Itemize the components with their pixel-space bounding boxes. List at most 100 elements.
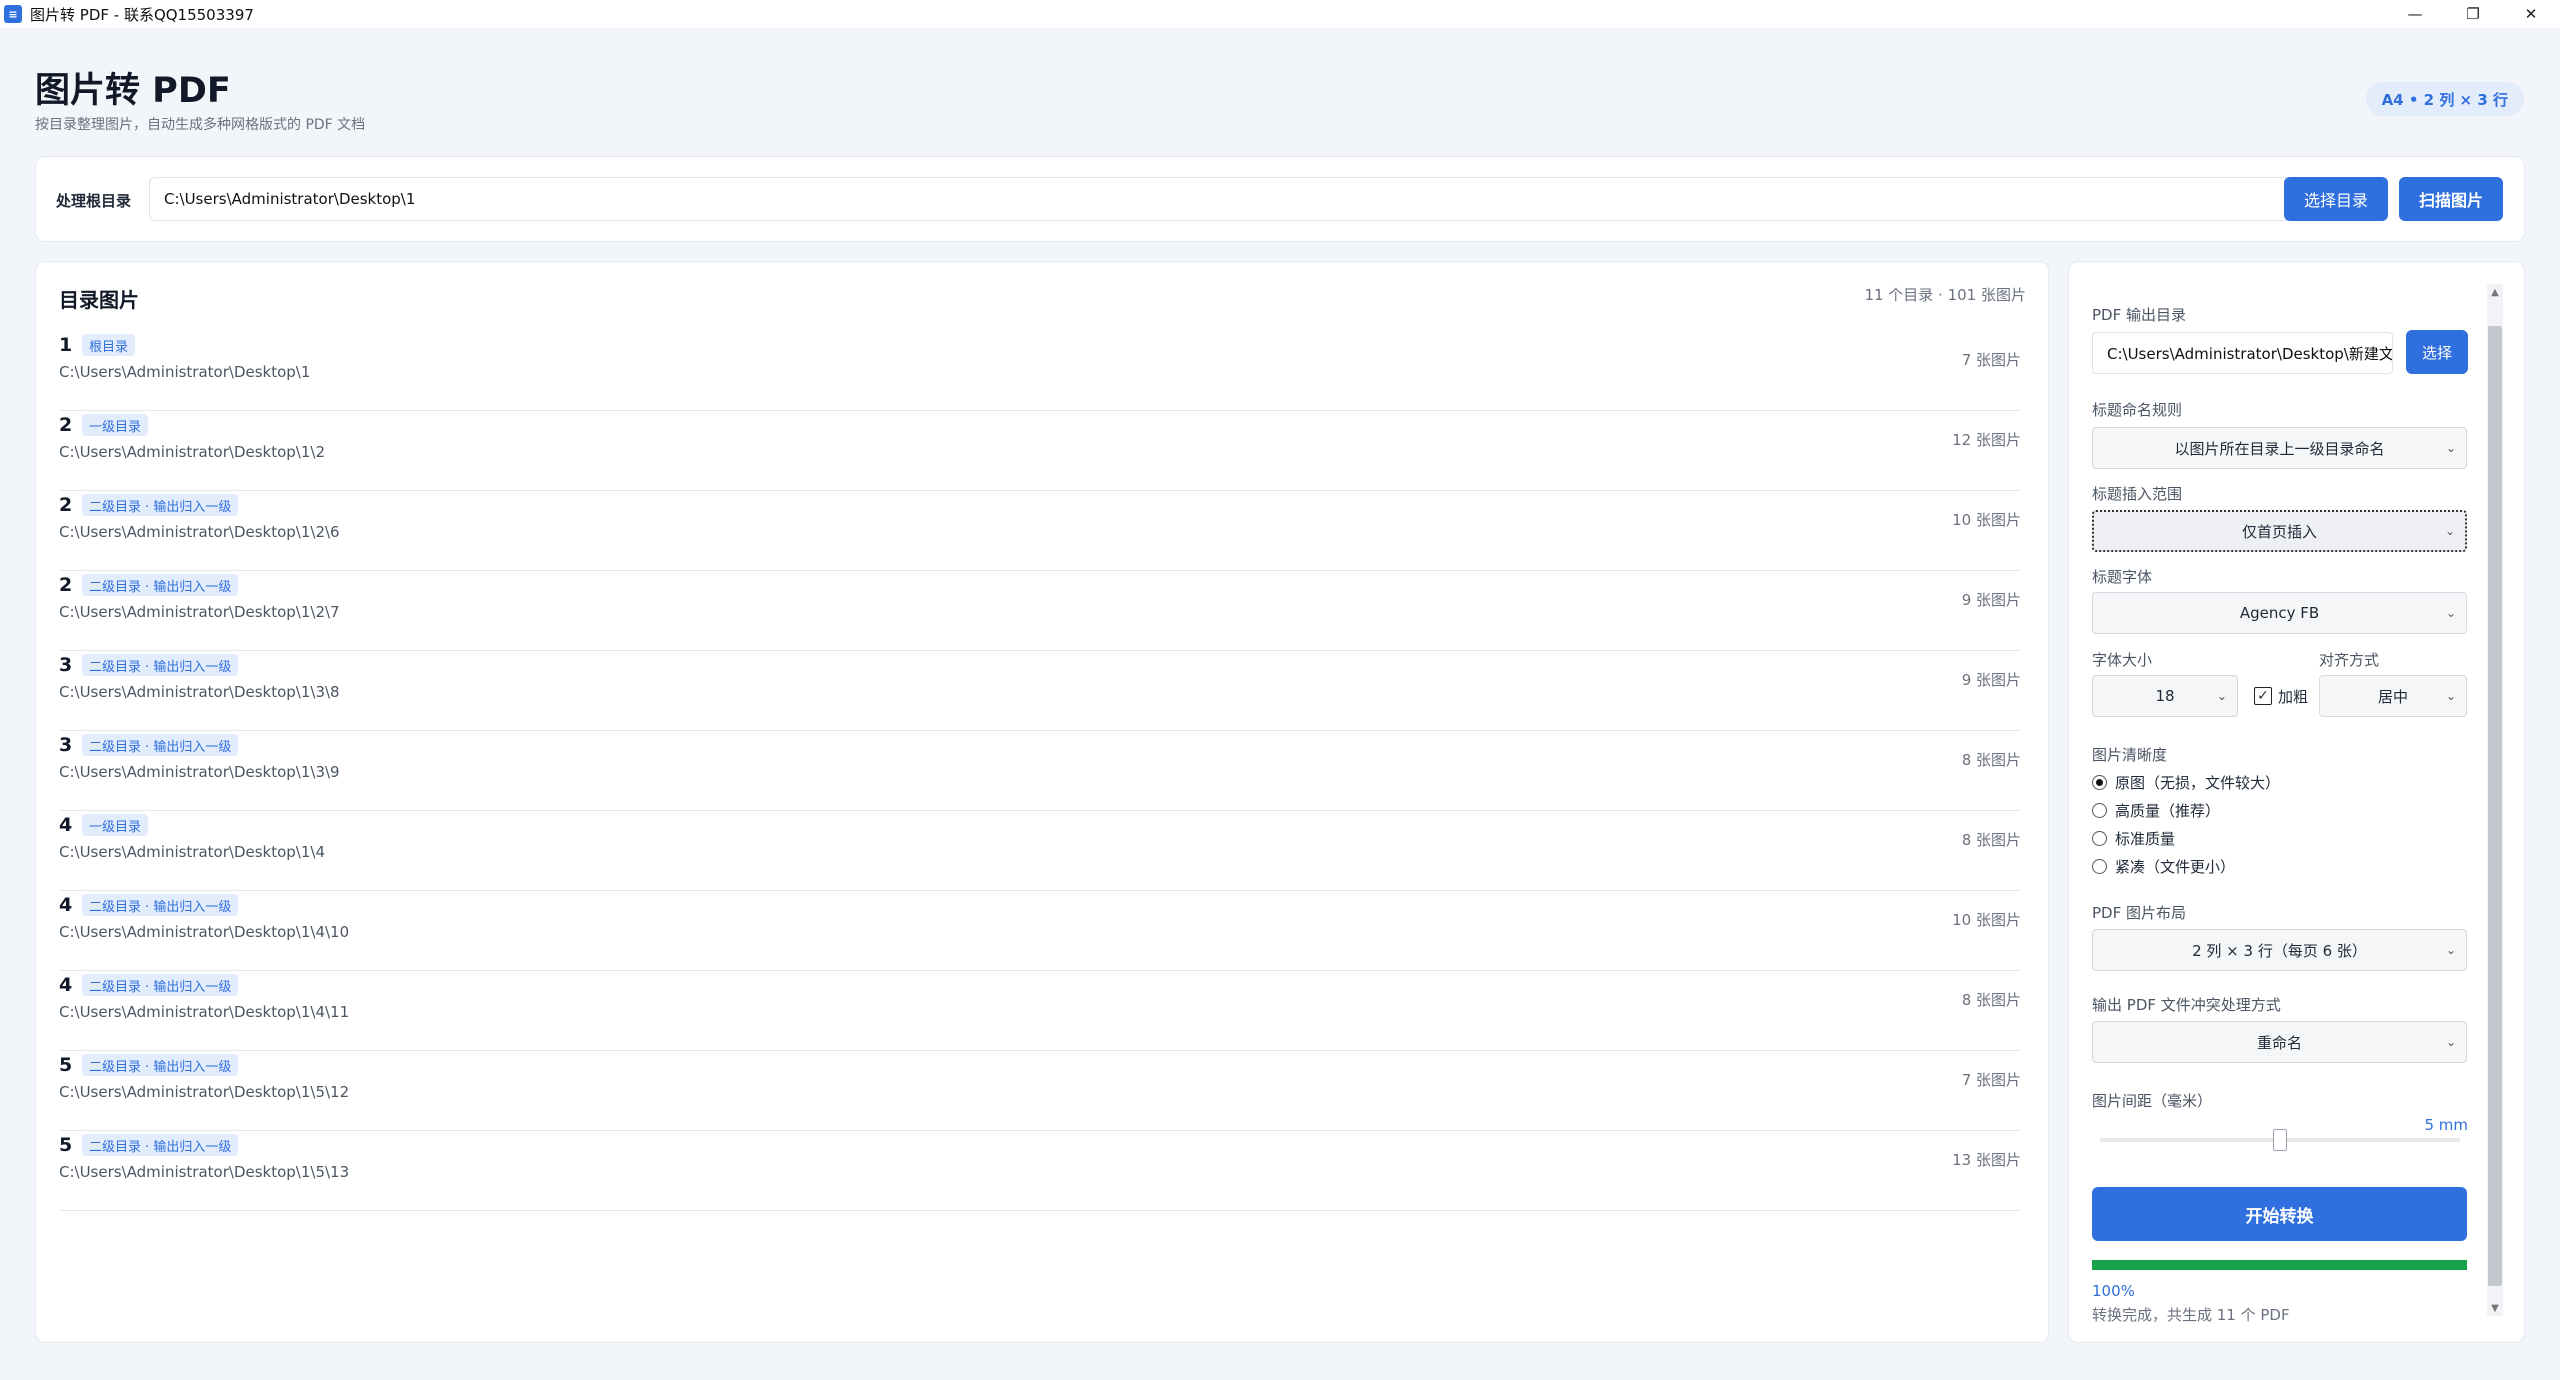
output-dir-input[interactable]: C:\Users\Administrator\Desktop\新建文 bbox=[2092, 332, 2393, 374]
directory-list-title: 目录图片 bbox=[59, 288, 139, 312]
directory-image-count: 8 张图片 bbox=[1961, 831, 2021, 849]
directory-path: C:\Users\Administrator\Desktop\1\3\9 bbox=[59, 763, 340, 781]
chevron-down-icon: ⌄ bbox=[2445, 1035, 2456, 1049]
start-convert-button[interactable]: 开始转换 bbox=[2092, 1187, 2467, 1241]
directory-row[interactable]: 3 二级目录 · 输出归入一级 C:\Users\Administrator\Des… bbox=[59, 731, 2021, 811]
directory-image-count: 13 张图片 bbox=[1952, 1151, 2021, 1169]
spacing-slider[interactable] bbox=[2100, 1129, 2460, 1151]
directory-row[interactable]: 4 二级目录 · 输出归入一级 C:\Users\Administrator\Des… bbox=[59, 891, 2021, 971]
directory-row[interactable]: 4 一级目录 C:\Users\Administrator\Desktop\1\4 8… bbox=[59, 811, 2021, 891]
directory-tag: 二级目录 · 输出归入一级 bbox=[82, 574, 239, 596]
title-font-label: 标题字体 bbox=[2092, 568, 2153, 586]
directory-image-count: 12 张图片 bbox=[1952, 431, 2021, 449]
progress-percent: 100% bbox=[2092, 1282, 2135, 1300]
directory-list: 1 根目录 C:\Users\Administrator\Desktop\1 7 张图… bbox=[59, 331, 2021, 1211]
directory-image-count: 7 张图片 bbox=[1961, 1071, 2021, 1089]
chevron-down-icon: ⌄ bbox=[2444, 524, 2455, 538]
quality-radio[interactable] bbox=[2092, 859, 2107, 874]
quality-radio[interactable] bbox=[2092, 775, 2107, 790]
directory-level: 5 bbox=[59, 1054, 73, 1076]
directory-level: 2 bbox=[59, 574, 73, 596]
spacing-slider-thumb[interactable] bbox=[2273, 1129, 2287, 1151]
directory-tag: 一级目录 bbox=[82, 814, 149, 836]
directory-image-count: 10 张图片 bbox=[1952, 911, 2021, 929]
directory-image-count: 7 张图片 bbox=[1961, 351, 2021, 369]
directory-row[interactable]: 4 二级目录 · 输出归入一级 C:\Users\Administrator\Des… bbox=[59, 971, 2021, 1051]
directory-path: C:\Users\Administrator\Desktop\1\4\10 bbox=[59, 923, 350, 941]
directory-image-count: 8 张图片 bbox=[1961, 991, 2021, 1009]
quality-option-label[interactable]: 原图（无损，文件较大） bbox=[2115, 772, 2280, 793]
directory-level: 2 bbox=[59, 494, 73, 516]
quality-label: 图片清晰度 bbox=[2092, 746, 2168, 764]
title-font-select[interactable]: Agency FB ⌄ bbox=[2092, 592, 2467, 634]
bold-checkbox[interactable]: ✓ bbox=[2254, 687, 2272, 705]
scroll-up-icon[interactable]: ▲ bbox=[2487, 284, 2503, 300]
chevron-down-icon: ⌄ bbox=[2216, 689, 2227, 703]
restore-icon[interactable]: ❐ bbox=[2444, 0, 2502, 28]
directory-level: 3 bbox=[59, 654, 73, 676]
directory-tag: 一级目录 bbox=[82, 414, 149, 436]
align-select[interactable]: 居中 ⌄ bbox=[2319, 675, 2467, 717]
directory-path: C:\Users\Administrator\Desktop\1 bbox=[59, 363, 311, 381]
title-rule-label: 标题命名规则 bbox=[2092, 401, 2183, 419]
directory-row[interactable]: 5 二级目录 · 输出归入一级 C:\Users\Administrator\Des… bbox=[59, 1131, 2021, 1211]
directory-tag: 二级目录 · 输出归入一级 bbox=[82, 894, 239, 916]
output-dir-label: PDF 输出目录 bbox=[2092, 306, 2186, 324]
directory-row[interactable]: 2 二级目录 · 输出归入一级 C:\Users\Administrator\Des… bbox=[59, 571, 2021, 651]
scroll-down-icon[interactable]: ▼ bbox=[2487, 1300, 2503, 1316]
layout-badge: A4 • 2 列 × 3 行 bbox=[2365, 82, 2524, 116]
title-rule-value: 以图片所在目录上一级目录命名 bbox=[2174, 439, 2385, 458]
title-scope-select[interactable]: 仅首页插入 ⌄ bbox=[2092, 510, 2467, 552]
directory-tag: 二级目录 · 输出归入一级 bbox=[82, 974, 239, 996]
title-scope-label: 标题插入范围 bbox=[2092, 485, 2183, 503]
chevron-down-icon: ⌄ bbox=[2445, 689, 2456, 703]
directory-list-card: 目录图片 11 个目录 · 101 张图片 1 根目录 C:\Users\Admin… bbox=[35, 261, 2049, 1343]
directory-row[interactable]: 3 二级目录 · 输出归入一级 C:\Users\Administrator\Des… bbox=[59, 651, 2021, 731]
root-directory-input[interactable]: C:\Users\Administrator\Desktop\1 bbox=[149, 177, 2305, 221]
scrollbar-thumb[interactable] bbox=[2488, 326, 2502, 1286]
directory-row[interactable]: 5 二级目录 · 输出归入一级 C:\Users\Administrator\Des… bbox=[59, 1051, 2021, 1131]
window-title-bar: ≡ 图片转 PDF - 联系QQ15503397 — ❐ ✕ bbox=[0, 0, 2560, 28]
directory-row[interactable]: 2 一级目录 C:\Users\Administrator\Desktop\1\2 1… bbox=[59, 411, 2021, 491]
close-icon[interactable]: ✕ bbox=[2502, 0, 2560, 28]
choose-directory-button[interactable]: 选择目录 bbox=[2284, 177, 2388, 221]
directory-path: C:\Users\Administrator\Desktop\1\3\8 bbox=[59, 683, 340, 701]
directory-path: C:\Users\Administrator\Desktop\1\4\11 bbox=[59, 1003, 350, 1021]
directory-tag: 根目录 bbox=[82, 334, 136, 356]
status-message: 转换完成，共生成 11 个 PDF bbox=[2092, 1306, 2290, 1324]
font-size-label: 字体大小 bbox=[2092, 651, 2153, 669]
conflict-value: 重命名 bbox=[2256, 1033, 2302, 1052]
quality-option-label[interactable]: 高质量（推荐） bbox=[2115, 800, 2220, 821]
conflict-select[interactable]: 重命名 ⌄ bbox=[2092, 1021, 2467, 1063]
chevron-down-icon: ⌄ bbox=[2445, 441, 2456, 455]
quality-option-label[interactable]: 紧凑（文件更小） bbox=[2115, 856, 2235, 877]
directory-image-count: 10 张图片 bbox=[1952, 511, 2021, 529]
layout-select[interactable]: 2 列 × 3 行（每页 6 张） ⌄ bbox=[2092, 929, 2467, 971]
directory-level: 4 bbox=[59, 894, 73, 916]
directory-row[interactable]: 2 二级目录 · 输出归入一级 C:\Users\Administrator\Des… bbox=[59, 491, 2021, 571]
directory-image-count: 9 张图片 bbox=[1961, 671, 2021, 689]
directory-path: C:\Users\Administrator\Desktop\1\5\13 bbox=[59, 1163, 350, 1181]
choose-output-dir-button[interactable]: 选择 bbox=[2406, 330, 2468, 374]
conflict-label: 输出 PDF 文件冲突处理方式 bbox=[2092, 996, 2281, 1014]
root-directory-card: 处理根目录 C:\Users\Administrator\Desktop\1 选… bbox=[35, 156, 2525, 242]
font-size-select[interactable]: 18 ⌄ bbox=[2092, 675, 2238, 717]
directory-level: 4 bbox=[59, 974, 73, 996]
settings-scrollbar[interactable]: ▲ ▼ bbox=[2487, 284, 2503, 1316]
quality-radio[interactable] bbox=[2092, 803, 2107, 818]
directory-path: C:\Users\Administrator\Desktop\1\2 bbox=[59, 443, 326, 461]
directory-level: 1 bbox=[59, 334, 73, 356]
layout-label: PDF 图片布局 bbox=[2092, 904, 2186, 922]
scan-images-button[interactable]: 扫描图片 bbox=[2399, 177, 2503, 221]
pdf-app-icon: ≡ bbox=[4, 5, 22, 23]
title-rule-select[interactable]: 以图片所在目录上一级目录命名 ⌄ bbox=[2092, 427, 2467, 469]
minimize-icon[interactable]: — bbox=[2386, 0, 2444, 28]
settings-panel: ▲ ▼ PDF 输出目录 C:\Users\Administrator\Desk… bbox=[2068, 261, 2525, 1343]
progress-bar bbox=[2092, 1260, 2467, 1270]
directory-row[interactable]: 1 根目录 C:\Users\Administrator\Desktop\1 7 张图… bbox=[59, 331, 2021, 411]
quality-option-label[interactable]: 标准质量 bbox=[2115, 828, 2175, 849]
quality-radio[interactable] bbox=[2092, 831, 2107, 846]
page-subtitle: 按目录整理图片，自动生成多种网格版式的 PDF 文档 bbox=[35, 117, 366, 133]
progress-fill bbox=[2092, 1260, 2467, 1270]
directory-path: C:\Users\Administrator\Desktop\1\2\6 bbox=[59, 523, 340, 541]
